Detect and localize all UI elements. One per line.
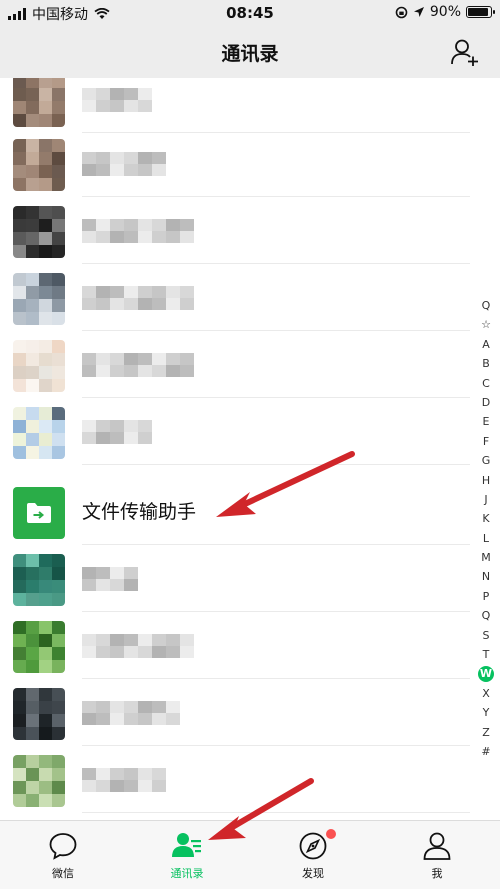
index-letter[interactable]: A <box>477 335 495 354</box>
contact-row[interactable] <box>0 130 470 197</box>
index-letter[interactable]: ☆ <box>477 315 495 334</box>
contact-list[interactable]: W 文件传输助手 Q☆ABCDEFGHJKLMNPQSTWXYZ# <box>0 78 500 820</box>
contact-row[interactable] <box>0 612 470 679</box>
status-bar: 中国移动 08:45 90% <box>0 0 500 26</box>
contact-avatar <box>13 554 65 606</box>
index-letter[interactable]: F <box>477 432 495 451</box>
index-letter[interactable]: K <box>477 509 495 528</box>
contact-avatar <box>13 621 65 673</box>
battery-icon <box>466 6 495 18</box>
file-transfer-name: 文件传输助手 <box>82 501 197 523</box>
index-letter[interactable]: T <box>477 645 495 664</box>
index-letter[interactable]: Y <box>477 703 495 722</box>
folder-arrow-icon <box>27 503 51 523</box>
contact-avatar <box>13 340 65 392</box>
contact-avatar <box>13 273 65 325</box>
person-icon <box>423 832 451 860</box>
tab-label: 发现 <box>302 867 324 880</box>
contact-row[interactable] <box>0 545 470 612</box>
contact-avatar <box>13 139 65 191</box>
wechat-contacts-screen: 中国移动 08:45 90% 通讯录 文件传输助手 Q ☆ A B C D E … <box>0 0 500 889</box>
index-letter[interactable]: B <box>477 354 495 373</box>
alphabet-index[interactable]: Q ☆ A B C D E F G H J K L M N P Q S T W X Y Z # <box>477 296 495 761</box>
row-divider <box>82 544 470 545</box>
index-letter[interactable]: Z <box>477 723 495 742</box>
tab-bar: 微信 通讯录 发现 我 <box>0 820 500 889</box>
rotation-lock-icon <box>395 6 408 18</box>
contact-row[interactable] <box>0 398 470 465</box>
row-divider <box>82 464 470 465</box>
index-letter[interactable]: Q <box>477 296 495 315</box>
index-letter[interactable]: N <box>477 567 495 586</box>
index-letter[interactable]: W <box>478 666 494 683</box>
contact-row[interactable] <box>0 679 470 746</box>
notification-badge <box>326 829 336 839</box>
index-letter[interactable]: S <box>477 626 495 645</box>
index-letter[interactable]: X <box>477 684 495 703</box>
location-icon <box>413 7 424 17</box>
tab-me[interactable]: 我 <box>387 831 487 881</box>
index-letter[interactable]: E <box>477 412 495 431</box>
status-right: 90% <box>395 4 495 20</box>
chat-bubble-icon <box>49 833 77 860</box>
contact-avatar <box>13 206 65 258</box>
contact-avatar <box>13 755 65 807</box>
tab-label: 我 <box>431 867 443 880</box>
index-letter[interactable]: L <box>477 529 495 548</box>
page-title: 通讯录 <box>221 43 279 65</box>
index-letter[interactable]: D <box>477 393 495 412</box>
contacts-icon <box>172 833 201 857</box>
add-friend-icon[interactable] <box>450 38 480 66</box>
index-letter[interactable]: P <box>477 587 495 606</box>
index-letter[interactable]: M <box>477 548 495 567</box>
index-letter[interactable]: H <box>477 471 495 490</box>
tab-chats[interactable]: 微信 <box>13 831 113 881</box>
tab-label: 通讯录 <box>170 867 204 880</box>
file-transfer-row[interactable]: 文件传输助手 <box>0 478 470 545</box>
navigation-bar: 通讯录 <box>0 26 500 78</box>
contact-avatar <box>13 407 65 459</box>
row-divider <box>82 812 470 813</box>
file-transfer-avatar <box>13 487 65 539</box>
compass-icon <box>299 832 327 860</box>
contact-row[interactable] <box>0 746 470 813</box>
contact-avatar <box>13 688 65 740</box>
contact-avatar <box>13 78 65 127</box>
tab-discover[interactable]: 发现 <box>263 829 363 881</box>
tab-contacts[interactable]: 通讯录 <box>137 831 237 881</box>
contact-row[interactable] <box>0 264 470 331</box>
index-letter[interactable]: # <box>477 742 495 761</box>
index-letter[interactable]: G <box>477 451 495 470</box>
contact-row[interactable] <box>0 331 470 398</box>
index-letter[interactable]: C <box>477 374 495 393</box>
battery-percent: 90% <box>429 4 461 20</box>
contact-row[interactable] <box>0 78 470 133</box>
index-letter[interactable]: J <box>477 490 495 509</box>
contact-row[interactable] <box>0 197 470 264</box>
tab-label: 微信 <box>52 867 74 880</box>
index-letter[interactable]: Q <box>477 606 495 625</box>
